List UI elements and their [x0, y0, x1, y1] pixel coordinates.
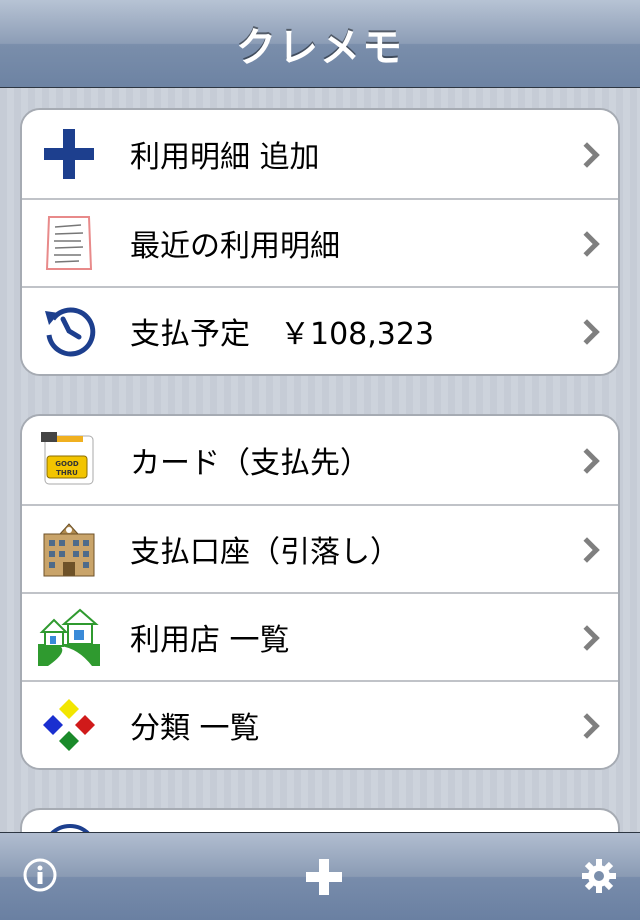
chevron-right-icon	[574, 625, 600, 651]
menu-item-payment-schedule[interactable]: 支払予定 ￥108,323	[22, 286, 618, 374]
chevron-right-icon	[574, 319, 600, 345]
menu-item-label: 分類 一覧	[130, 711, 260, 746]
chevron-right-icon	[574, 142, 600, 168]
shops-icon	[36, 604, 102, 670]
plus-icon	[36, 121, 102, 187]
menu-item-label: 最近の利用明細	[130, 229, 340, 264]
info-icon[interactable]	[22, 857, 58, 893]
menu-item-label: 支払予定 ￥108,323	[130, 317, 435, 352]
settings-gear-icon[interactable]	[580, 857, 618, 895]
chevron-right-icon	[574, 448, 600, 474]
menu-item-shops[interactable]: 利用店 一覧	[22, 592, 618, 680]
credit-card-icon: GOOD THRU	[36, 427, 102, 493]
menu-item-label: カード（支払先）	[130, 446, 370, 481]
chevron-right-icon	[574, 537, 600, 563]
menu-item-label: 支払口座（引落し）	[130, 535, 400, 570]
category-diamonds-icon	[36, 692, 102, 758]
svg-text:GOOD: GOOD	[55, 460, 79, 468]
menu-item-label: 利用明細 追加	[130, 140, 320, 175]
navigation-bar: クレメモ	[0, 0, 640, 88]
svg-text:THRU: THRU	[56, 469, 78, 477]
bottom-toolbar	[0, 832, 640, 920]
menu-item-categories[interactable]: 分類 一覧	[22, 680, 618, 768]
menu-item-cards[interactable]: GOOD THRU カード（支払先）	[22, 416, 618, 504]
menu-group-main: 利用明細 追加 最近の利用明細 支払予定 ￥108,323	[20, 108, 620, 376]
menu-item-add-usage[interactable]: 利用明細 追加	[22, 110, 618, 198]
chevron-right-icon	[574, 713, 600, 739]
menu-item-recent-usage[interactable]: 最近の利用明細	[22, 198, 618, 286]
app-title: クレメモ	[236, 24, 404, 71]
add-icon[interactable]	[302, 855, 346, 899]
menu-item-label: 利用店 一覧	[130, 623, 290, 658]
bank-building-icon	[36, 516, 102, 582]
chevron-right-icon	[574, 231, 600, 257]
receipt-icon	[36, 210, 102, 276]
menu-group-master: GOOD THRU カード（支払先） 支払口座（引落し） 利用店 一覧 分類 一…	[20, 414, 620, 770]
menu-item-bank-accounts[interactable]: 支払口座（引落し）	[22, 504, 618, 592]
clock-history-icon	[36, 298, 102, 364]
